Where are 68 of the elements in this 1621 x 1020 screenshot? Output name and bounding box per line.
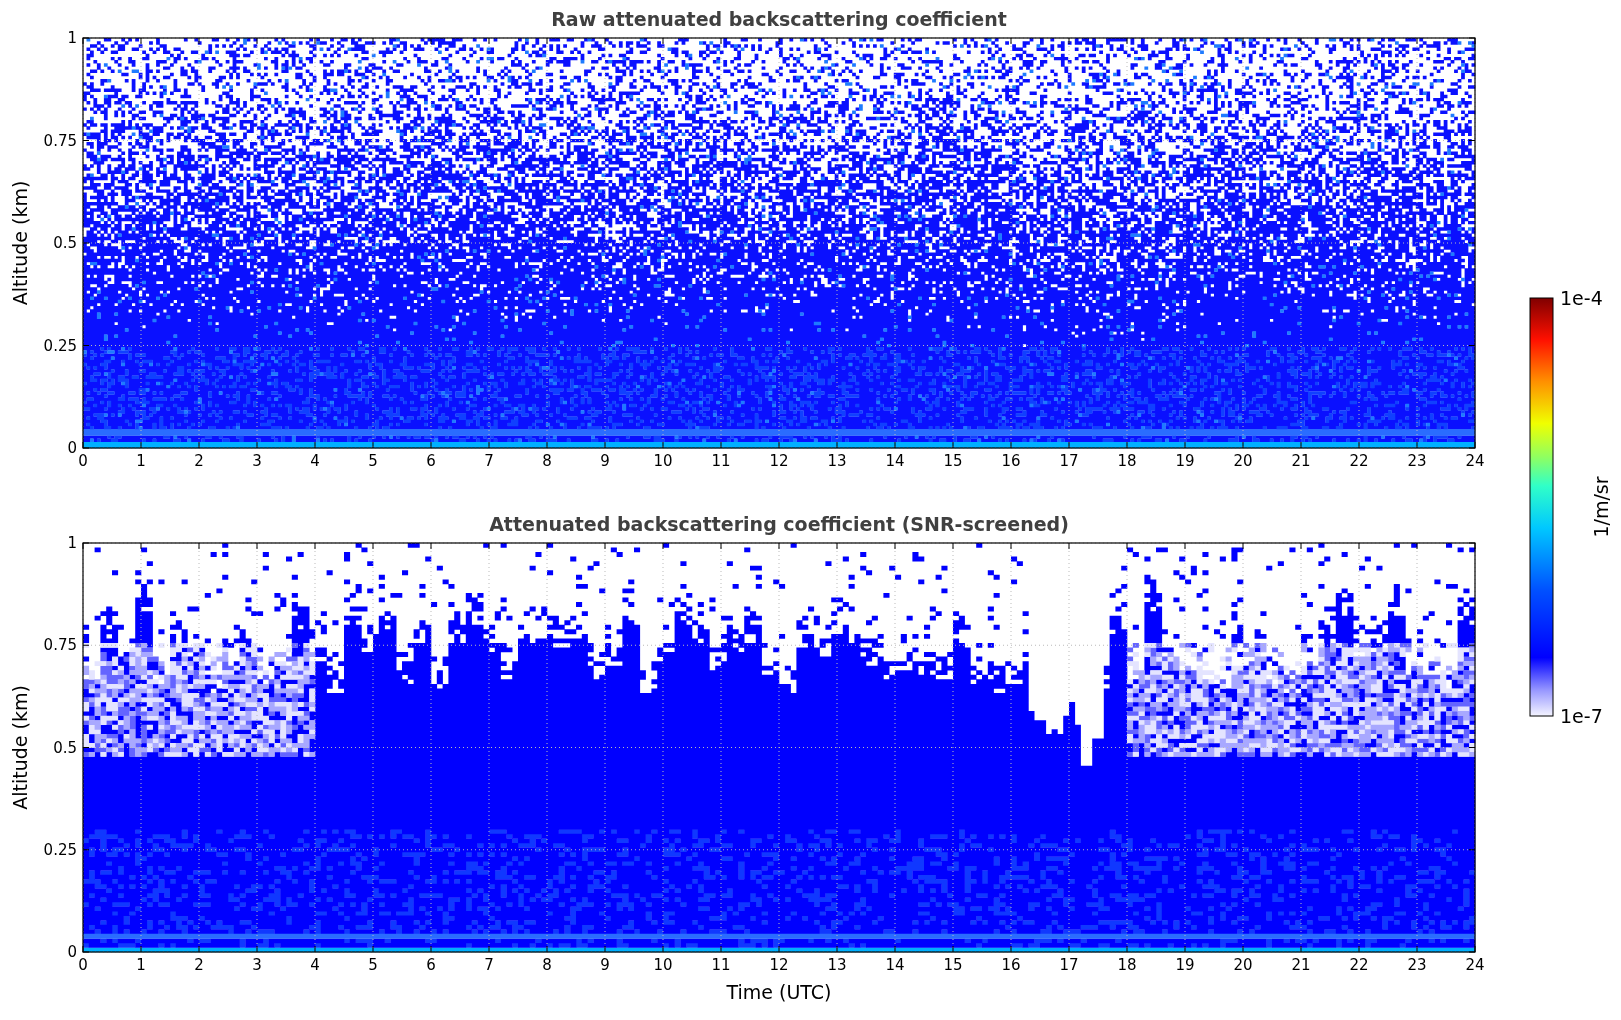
tick-label: 0.5 <box>53 234 77 252</box>
tick-label: 19 <box>1175 452 1195 470</box>
tick-label: 19 <box>1175 956 1195 974</box>
tick-label: 12 <box>769 452 789 470</box>
tick-label: 15 <box>943 452 963 470</box>
tick-label: 15 <box>943 956 963 974</box>
tick-label: 10 <box>653 956 673 974</box>
tick-label: 16 <box>1001 956 1021 974</box>
tick-label: 23 <box>1407 452 1427 470</box>
tick-label: 7 <box>484 452 494 470</box>
tick-label: 0.25 <box>43 336 77 355</box>
tick-label: 1 <box>67 29 77 47</box>
tick-label: 14 <box>885 452 905 470</box>
tick-label: 0 <box>67 439 77 457</box>
tick-label: 0.25 <box>43 840 77 859</box>
tick-label: 23 <box>1407 956 1427 974</box>
tick-label: 0 <box>78 452 88 470</box>
tick-label: 20 <box>1233 452 1253 470</box>
colorbar-max-label: 1e-4 <box>1560 287 1603 309</box>
tick-label: 21 <box>1291 452 1311 470</box>
tick-label: 5 <box>368 452 378 470</box>
tick-label: 24 <box>1465 956 1485 974</box>
axis-label: Altitude (km) <box>9 685 31 810</box>
tick-label: 16 <box>1001 452 1021 470</box>
tick-label: 1 <box>136 452 146 470</box>
chart-title: Attenuated backscattering coefficient (SNR-screened) <box>489 513 1069 535</box>
tick-label: 14 <box>885 956 905 974</box>
tick-label: 8 <box>542 956 552 974</box>
tick-label: 7 <box>484 956 494 974</box>
tick-label: 13 <box>827 956 847 974</box>
tick-label: 2 <box>194 956 204 974</box>
tick-label: 24 <box>1465 452 1485 470</box>
tick-label: 4 <box>310 452 320 470</box>
tick-label: 6 <box>426 452 436 470</box>
tick-label: 10 <box>653 452 673 470</box>
tick-label: 4 <box>310 956 320 974</box>
tick-label: 21 <box>1291 956 1311 974</box>
tick-label: 17 <box>1059 452 1079 470</box>
tick-label: 0 <box>78 956 88 974</box>
tick-label: 17 <box>1059 956 1079 974</box>
tick-label: 18 <box>1117 452 1137 470</box>
tick-label: 22 <box>1349 452 1369 470</box>
tick-label: 8 <box>542 452 552 470</box>
tick-label: 3 <box>252 956 262 974</box>
tick-label: 11 <box>711 956 731 974</box>
tick-label: 6 <box>426 956 436 974</box>
tick-label: 3 <box>252 452 262 470</box>
tick-label: 2 <box>194 452 204 470</box>
tick-label: 0 <box>67 943 77 961</box>
tick-label: 1 <box>136 956 146 974</box>
tick-label: 5 <box>368 956 378 974</box>
tick-label: 13 <box>827 452 847 470</box>
tick-label: 20 <box>1233 956 1253 974</box>
tick-label: 0.75 <box>43 131 77 150</box>
tick-label: 9 <box>600 452 610 470</box>
axis-label: Time (UTC) <box>726 981 832 1003</box>
chart-title: Raw attenuated backscattering coefficient <box>551 8 1007 30</box>
tick-label: 1 <box>67 534 77 552</box>
tick-label: 0.5 <box>53 738 77 757</box>
tick-label: 22 <box>1349 956 1369 974</box>
tick-label: 0.75 <box>43 636 77 655</box>
axis-label: Altitude (km) <box>9 180 31 306</box>
tick-label: 18 <box>1117 956 1137 974</box>
tick-label: 11 <box>711 452 731 470</box>
tick-label: 9 <box>600 956 610 974</box>
tick-label: 12 <box>769 956 789 974</box>
colorbar-label: 1/m/sr <box>1590 476 1612 538</box>
colorbar-min-label: 1e-7 <box>1560 705 1603 727</box>
